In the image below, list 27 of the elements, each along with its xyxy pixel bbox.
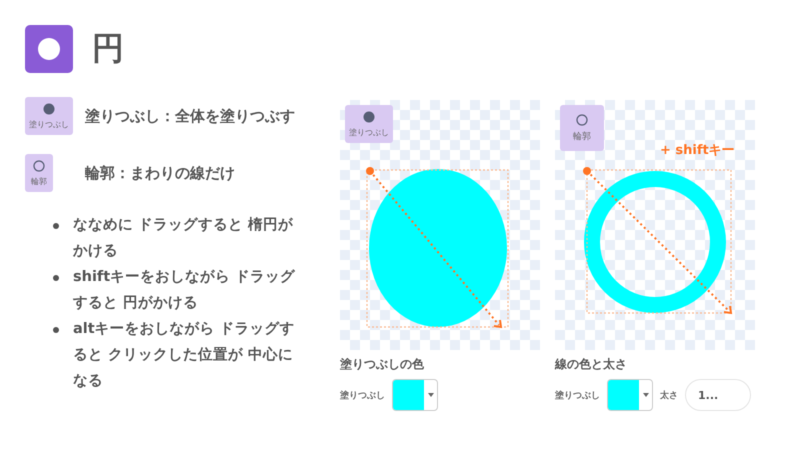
filled-circle-icon	[363, 110, 375, 122]
control-label: 塗りつぶし	[555, 390, 600, 402]
circle-outline-icon	[576, 114, 588, 126]
bullet-icon	[53, 275, 59, 281]
tool-description: 輪郭：まわりの線だけ	[85, 164, 235, 182]
page-title: 円	[92, 28, 124, 69]
tool-button[interactable]: 輪郭	[25, 154, 53, 192]
tip-text: altキーをおしながら ドラッグすると クリックした位置が 中心になる	[73, 320, 296, 391]
color-picker[interactable]	[607, 379, 653, 411]
width-field[interactable]: 1...	[685, 379, 751, 411]
tool-description: 塗りつぶし：全体を塗りつぶす	[85, 106, 295, 126]
control-label: 塗りつぶし	[340, 390, 385, 402]
annotation-text: + shiftキー	[660, 142, 735, 159]
circle-tool-icon	[25, 25, 73, 73]
panel-caption: 線の色と太さ	[555, 356, 628, 373]
filled-circle-icon	[43, 102, 55, 114]
caret-icon	[428, 393, 434, 397]
color-picker[interactable]	[392, 379, 438, 411]
bullet-icon	[53, 223, 59, 229]
control-label: 太さ	[660, 389, 678, 402]
tool-button[interactable]: 塗りつぶし	[345, 105, 393, 143]
circle-outline-icon	[33, 160, 45, 172]
tool-button[interactable]: 塗りつぶし	[25, 97, 73, 135]
caret-icon	[643, 393, 649, 397]
panel-caption: 塗りつぶしの色	[340, 356, 425, 373]
tool-button[interactable]: 輪郭	[560, 105, 604, 151]
bullet-icon	[53, 327, 59, 333]
